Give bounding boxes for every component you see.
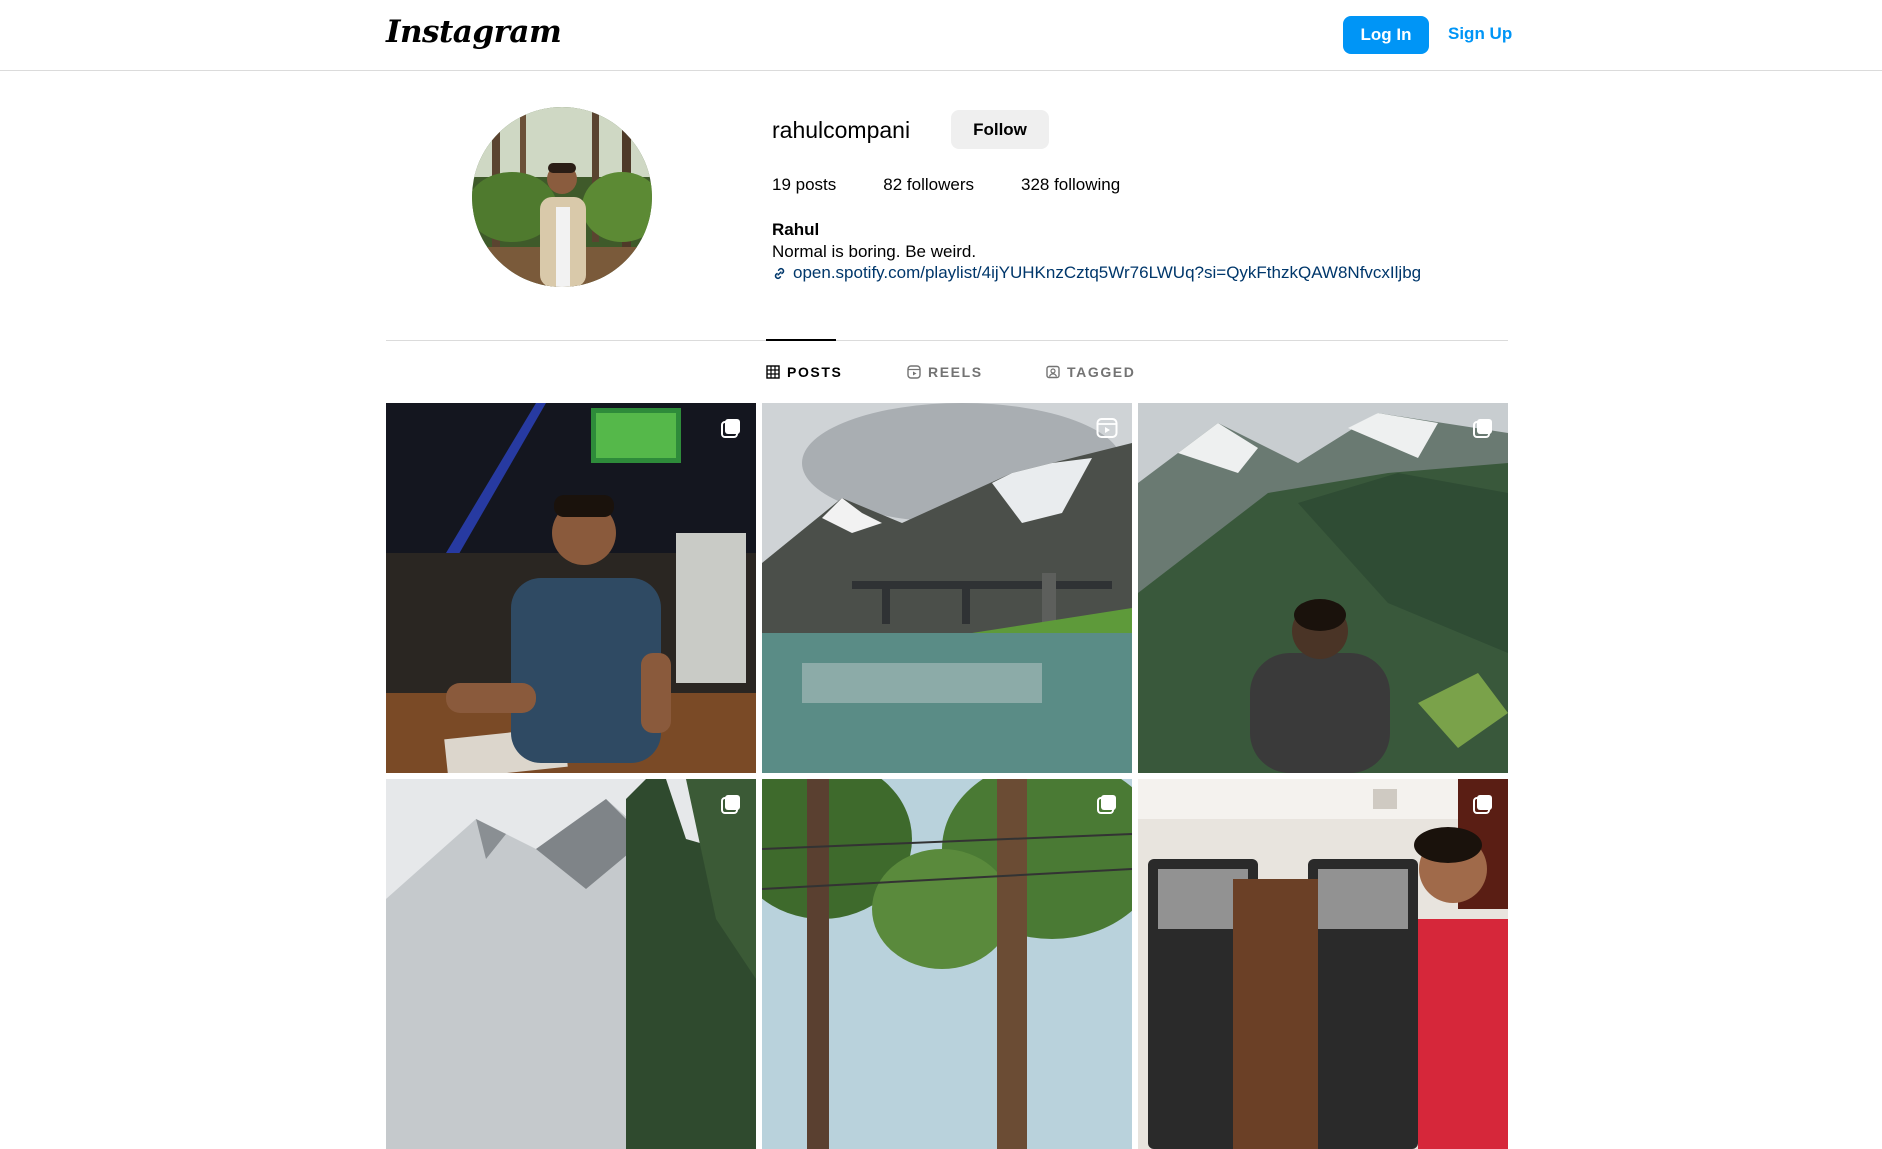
reel-icon	[1096, 418, 1118, 438]
post-image-forest-canopy	[762, 779, 1132, 1149]
post-image-snowy-peak	[386, 779, 756, 1149]
followers-count[interactable]: 82 followers	[883, 175, 974, 195]
post-tile[interactable]	[762, 403, 1132, 773]
tab-tagged-label: TAGGED	[1067, 364, 1136, 380]
post-image-mountain-lake	[762, 403, 1132, 773]
posts-count: 19 posts	[772, 175, 837, 194]
post-image-room-portrait	[1138, 779, 1508, 1149]
post-tile[interactable]	[1138, 779, 1508, 1149]
tab-tagged[interactable]: TAGGED	[1046, 364, 1135, 380]
tabs-divider	[386, 340, 1508, 341]
follow-button[interactable]: Follow	[951, 110, 1049, 149]
post-tile[interactable]	[386, 779, 756, 1149]
tagged-icon	[1046, 365, 1060, 379]
profile-link-text[interactable]: open.spotify.com/playlist/4ijYUHKnzCztq5…	[793, 263, 1421, 283]
carousel-icon	[721, 795, 740, 814]
link-icon	[774, 267, 785, 279]
post-image-bar-portrait	[386, 403, 756, 773]
active-tab-indicator	[766, 339, 836, 341]
tab-reels-label: REELS	[928, 364, 983, 380]
top-navbar: Instagram Log In Sign Up	[0, 0, 1882, 71]
post-tile[interactable]	[386, 403, 756, 773]
profile-link[interactable]: open.spotify.com/playlist/4ijYUHKnzCztq5…	[772, 263, 1421, 283]
following-count[interactable]: 328 following	[1021, 175, 1120, 195]
signup-link[interactable]: Sign Up	[1448, 24, 1512, 44]
reels-icon	[907, 365, 921, 379]
post-tile[interactable]	[1138, 403, 1508, 773]
tab-posts-label: POSTS	[787, 364, 843, 380]
profile-bio: Normal is boring. Be weird.	[772, 242, 977, 261]
grid-icon	[766, 365, 780, 379]
tab-posts[interactable]: POSTS	[766, 364, 842, 380]
carousel-icon	[1473, 795, 1492, 814]
tab-reels[interactable]: REELS	[907, 364, 983, 380]
login-button[interactable]: Log In	[1343, 16, 1429, 54]
post-image-valley-view	[1138, 403, 1508, 773]
profile-username: rahulcompani	[772, 117, 911, 143]
profile-stats: 19 posts 82 followers 328 following	[772, 175, 1167, 195]
instagram-logo[interactable]: Instagram	[386, 14, 562, 50]
profile-avatar[interactable]	[472, 107, 652, 287]
profile-full-name: Rahul	[772, 220, 820, 239]
carousel-icon	[1097, 795, 1116, 814]
carousel-icon	[721, 419, 740, 438]
post-tile[interactable]	[762, 779, 1132, 1149]
carousel-icon	[1473, 419, 1492, 438]
